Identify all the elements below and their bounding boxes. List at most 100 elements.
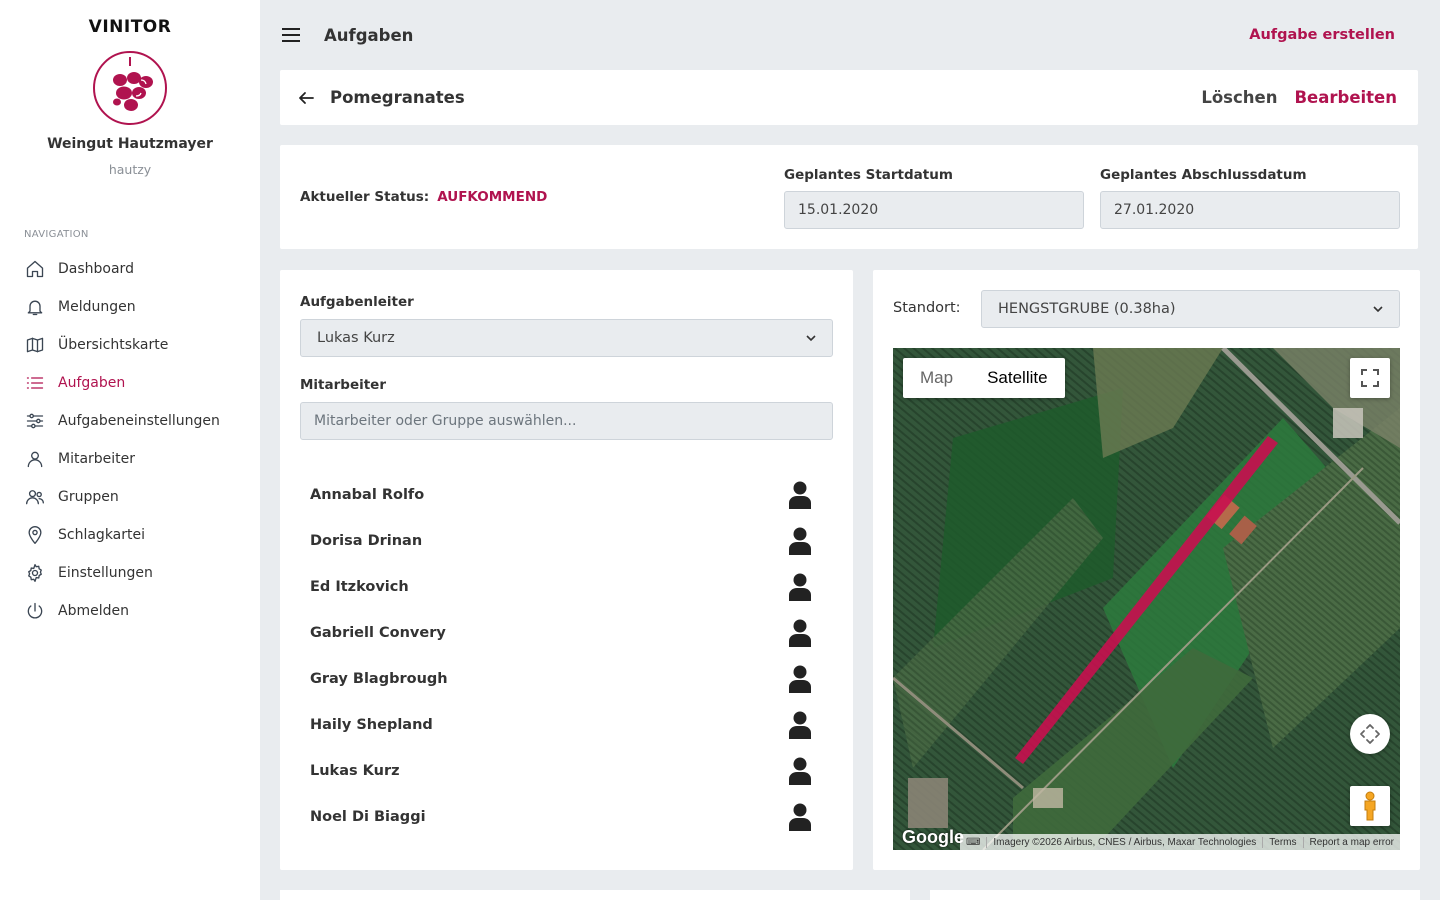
page-title: Aufgaben xyxy=(324,25,414,45)
person-icon xyxy=(789,757,811,785)
bell-icon xyxy=(24,296,46,318)
page-header: Aufgaben Aufgabe erstellen xyxy=(280,14,1418,56)
sidebar-item-aufgaben[interactable]: Aufgaben xyxy=(0,364,260,402)
bottom-card-right xyxy=(930,890,1420,900)
create-task-button[interactable]: Aufgabe erstellen xyxy=(1249,27,1395,43)
end-date-field[interactable]: 27.01.2020 xyxy=(1100,191,1400,229)
location-card: Standort: HENGSTGRUBE (0.38ha) Map Satel… xyxy=(873,270,1420,870)
list-item[interactable]: Haily Shepland xyxy=(300,702,833,748)
hamburger-menu-icon[interactable] xyxy=(282,28,300,42)
bottom-card-left xyxy=(280,890,910,900)
map-pan-control[interactable] xyxy=(1350,714,1390,754)
member-name: Haily Shepland xyxy=(310,717,433,733)
sidebar-item-label: Gruppen xyxy=(58,489,119,505)
fullscreen-button[interactable] xyxy=(1350,358,1390,398)
satellite-imagery xyxy=(893,348,1400,850)
member-name: Annabal Rolfo xyxy=(310,487,425,503)
list-item[interactable]: Gray Blagbrough xyxy=(300,656,833,702)
brand-name: VINITOR xyxy=(88,17,172,37)
edit-button[interactable]: Bearbeiten xyxy=(1294,88,1397,107)
person-icon xyxy=(789,665,811,693)
location-pin-icon xyxy=(24,524,46,546)
company-name: Weingut Hautzmayer xyxy=(47,136,213,152)
sidebar-item-label: Einstellungen xyxy=(58,565,153,581)
person-icon xyxy=(789,803,811,831)
map-view[interactable]: Map Satellite Google ⌨ Imagery ©2026 Air… xyxy=(893,348,1400,850)
workers-search-input[interactable] xyxy=(300,402,833,440)
member-name: Noel Di Biaggi xyxy=(310,809,426,825)
sidebar-item-aufgabeneinstellungen[interactable]: Aufgabeneinstellungen xyxy=(0,402,260,440)
delete-button[interactable]: Löschen xyxy=(1201,88,1277,107)
end-date-label: Geplantes Abschlussdatum xyxy=(1100,167,1307,183)
back-arrow-icon[interactable] xyxy=(298,90,314,106)
list-item[interactable]: Ed Itzkovich xyxy=(300,564,833,610)
map-type-map-button[interactable]: Map xyxy=(903,358,970,398)
task-name: Pomegranates xyxy=(330,88,465,107)
sidebar-item-dashboard[interactable]: Dashboard xyxy=(0,250,260,288)
status-row: Aktueller Status: AUFKOMMEND xyxy=(300,189,547,205)
sidebar-item-meldungen[interactable]: Meldungen xyxy=(0,288,260,326)
sidebar-item-abmelden[interactable]: Abmelden xyxy=(0,592,260,630)
sidebar-item-mitarbeiter[interactable]: Mitarbeiter xyxy=(0,440,260,478)
list-item[interactable]: Dorisa Drinan xyxy=(300,518,833,564)
member-name: Gray Blagbrough xyxy=(310,671,448,687)
sidebar-item-einstellungen[interactable]: Einstellungen xyxy=(0,554,260,592)
person-icon xyxy=(789,481,811,509)
person-icon xyxy=(789,573,811,601)
leader-select-value: Lukas Kurz xyxy=(317,330,395,346)
move-arrows-icon xyxy=(1360,724,1380,744)
chevron-down-icon xyxy=(1373,306,1383,313)
user-icon xyxy=(24,448,46,470)
list-item[interactable]: Gabriell Convery xyxy=(300,610,833,656)
status-badge: AUFKOMMEND xyxy=(437,189,548,205)
map-type-toggle: Map Satellite xyxy=(903,358,1065,398)
users-icon xyxy=(24,486,46,508)
sidebar: VINITOR Weingut Hautzmayer hautzy NAVIGA… xyxy=(0,0,260,900)
list-item[interactable]: Noel Di Biaggi xyxy=(300,794,833,840)
report-map-error-link[interactable]: Report a map error xyxy=(1302,836,1400,848)
member-name: Lukas Kurz xyxy=(310,763,400,779)
sidebar-item-label: Aufgaben xyxy=(58,375,126,391)
staff-card: Aufgabenleiter Lukas Kurz Mitarbeiter An… xyxy=(280,270,853,870)
workers-label: Mitarbeiter xyxy=(300,377,386,393)
sidebar-item-gruppen[interactable]: Gruppen xyxy=(0,478,260,516)
person-icon xyxy=(789,711,811,739)
sidebar-item-uebersichtskarte[interactable]: Übersichtskarte xyxy=(0,326,260,364)
sidebar-item-schlagkartei[interactable]: Schlagkartei xyxy=(0,516,260,554)
location-label: Standort: xyxy=(893,300,961,316)
list-item[interactable]: Lukas Kurz xyxy=(300,748,833,794)
start-date-field[interactable]: 15.01.2020 xyxy=(784,191,1084,229)
sidebar-item-label: Aufgabeneinstellungen xyxy=(58,413,220,429)
leader-label: Aufgabenleiter xyxy=(300,294,414,310)
member-name: Ed Itzkovich xyxy=(310,579,409,595)
start-date-group: Geplantes Startdatum 15.01.2020 xyxy=(784,167,1084,229)
staff-list: Annabal Rolfo Dorisa Drinan Ed Itzkovich… xyxy=(300,472,833,840)
terms-link[interactable]: Terms xyxy=(1262,836,1302,848)
start-date-label: Geplantes Startdatum xyxy=(784,167,953,183)
sidebar-item-label: Übersichtskarte xyxy=(58,337,169,353)
leader-select[interactable]: Lukas Kurz xyxy=(300,319,833,357)
sidebar-item-label: Abmelden xyxy=(58,603,129,619)
street-view-button[interactable] xyxy=(1350,786,1390,826)
sidebar-item-label: Dashboard xyxy=(58,261,134,277)
gear-icon xyxy=(24,562,46,584)
location-select[interactable]: HENGSTGRUBE (0.38ha) xyxy=(981,290,1400,328)
home-icon xyxy=(24,258,46,280)
chevron-down-icon xyxy=(806,335,816,342)
sidebar-item-label: Schlagkartei xyxy=(58,527,146,543)
status-card: Aktueller Status: AUFKOMMEND Geplantes St… xyxy=(280,145,1418,249)
sliders-icon xyxy=(24,410,46,432)
list-icon xyxy=(24,372,46,394)
map-type-satellite-button[interactable]: Satellite xyxy=(970,358,1064,398)
person-icon xyxy=(789,619,811,647)
sidebar-item-label: Meldungen xyxy=(58,299,136,315)
google-logo: Google xyxy=(902,827,964,847)
status-label: Aktueller Status: xyxy=(300,189,430,205)
list-item[interactable]: Annabal Rolfo xyxy=(300,472,833,518)
power-icon xyxy=(24,600,46,622)
keyboard-icon[interactable]: ⌨ xyxy=(960,837,986,848)
member-name: Gabriell Convery xyxy=(310,625,446,641)
map-icon xyxy=(24,334,46,356)
person-icon xyxy=(789,527,811,555)
member-name: Dorisa Drinan xyxy=(310,533,423,549)
